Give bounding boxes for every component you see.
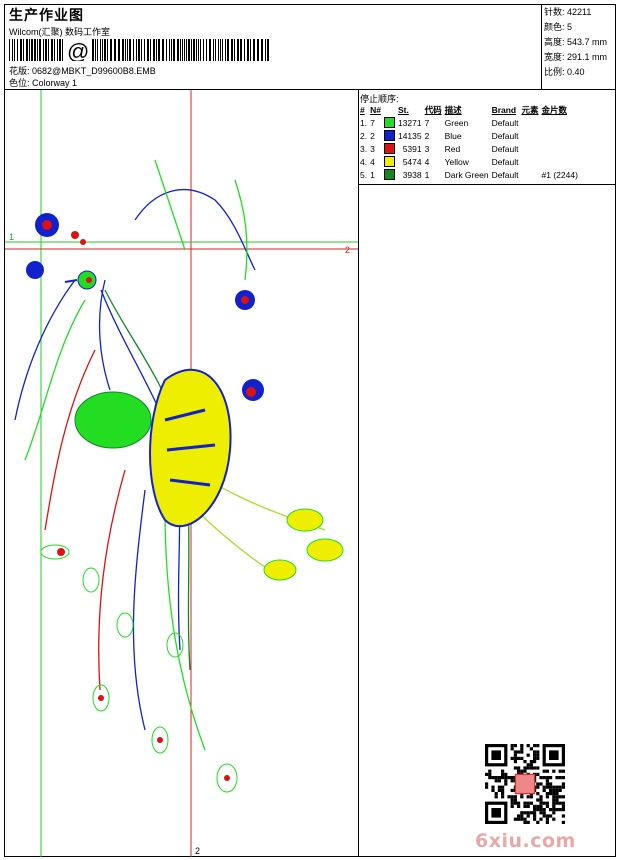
page-title: 生产作业图	[9, 7, 84, 23]
row-stitches: 5391	[402, 143, 422, 154]
spec-scale: 比例: 0.40	[544, 67, 585, 77]
spec-stitches: 针数: 42211	[544, 7, 592, 17]
spec-panel: 针数: 42211 颜色: 5 高度: 543.7 mm 宽度: 291.1 m…	[541, 5, 616, 89]
row-code: 3	[424, 143, 430, 154]
row-needle: 4	[370, 156, 375, 167]
row-code: 7	[424, 117, 430, 128]
colorway-info: 色位: Colorway 1	[9, 76, 77, 89]
table-row: 5. 1 3938 1 Dark Green Default #1 (2244)	[360, 168, 581, 181]
design-label: 花版:	[9, 66, 30, 76]
row-brand: Default	[491, 143, 519, 154]
guide-marker-right: 2	[345, 245, 350, 255]
row-swatch	[383, 168, 398, 181]
table-row: 2. 2 14135 2 Blue Default	[360, 129, 581, 142]
row-needle: 7	[370, 117, 375, 128]
row-element	[522, 129, 542, 142]
row-swatch	[383, 116, 398, 129]
stop-sequence-table: # N# St. 代码 描述 Brand 元素 金片数 1. 7 13271 7 Gre…	[360, 104, 581, 181]
col-swatch	[384, 104, 398, 116]
col-num: #	[360, 105, 365, 115]
col-element: 元素	[521, 105, 539, 115]
row-brand: Default	[491, 117, 519, 128]
flowers	[26, 213, 264, 401]
row-brand: Default	[491, 130, 519, 141]
row-swatch	[383, 129, 398, 142]
color-swatch	[383, 143, 395, 155]
row-desc: Yellow	[444, 156, 469, 167]
row-code: 1	[424, 169, 430, 180]
row-needle: 2	[370, 130, 375, 141]
row-num: 3.	[360, 143, 368, 154]
guide-marker-bottom: 2	[195, 846, 200, 856]
embroidery-artwork: 1 2 2	[5, 90, 358, 857]
barcode: @	[9, 39, 269, 61]
row-brand: Default	[491, 169, 519, 180]
colorway-value: Colorway 1	[32, 78, 78, 88]
color-swatch	[383, 169, 395, 181]
row-needle: 1	[370, 169, 375, 180]
table-row: 3. 3 5391 3 Red Default	[360, 142, 581, 155]
row-swatch	[383, 142, 398, 155]
row-extra	[542, 116, 581, 129]
col-sequin: 金片数	[541, 105, 568, 115]
col-needle: N#	[370, 105, 381, 115]
row-element	[522, 142, 542, 155]
header: 生产作业图 Wilcom(汇聚) 数码工作室 @ 花版: 0682@MBKT_D…	[5, 5, 615, 89]
table-header-row: # N# St. 代码 描述 Brand 元素 金片数	[360, 104, 581, 116]
color-swatch	[383, 117, 395, 129]
row-num: 2.	[360, 130, 368, 141]
company-name: Wilcom(汇聚) 数码工作室	[9, 27, 110, 37]
spec-height: 高度: 543.7 mm	[544, 37, 608, 47]
row-stitches: 3938	[402, 169, 422, 180]
row-brand: Default	[491, 156, 519, 167]
col-code: 代码	[424, 105, 442, 115]
row-extra	[542, 142, 581, 155]
row-needle: 3	[370, 143, 375, 154]
row-desc: Red	[444, 143, 461, 154]
row-code: 4	[424, 156, 430, 167]
row-desc: Blue	[444, 130, 462, 141]
col-brand: Brand	[491, 105, 517, 115]
row-stitches: 5474	[402, 156, 422, 167]
spec-width: 宽度: 291.1 mm	[544, 52, 608, 62]
row-extra: #1 (2244)	[541, 169, 578, 180]
col-desc: 描述	[444, 105, 462, 115]
row-extra	[542, 129, 581, 142]
table-bottom-rule	[359, 184, 615, 185]
row-code: 2	[424, 130, 430, 141]
table-row: 1. 7 13271 7 Green Default	[360, 116, 581, 129]
row-desc: Dark Green	[444, 169, 489, 180]
row-element	[522, 155, 542, 168]
row-swatch	[383, 155, 398, 168]
watermark: 6xiu.com	[475, 830, 576, 852]
colorway-label: 色位:	[9, 78, 30, 88]
row-element	[522, 168, 542, 181]
col-stitches: St.	[397, 105, 409, 115]
row-num: 1.	[360, 117, 368, 128]
row-stitches: 14135	[397, 130, 422, 141]
design-value: 0682@MBKT_D99600B8.EMB	[32, 66, 156, 76]
row-num: 4.	[360, 156, 368, 167]
row-element	[522, 116, 542, 129]
spec-colors: 颜色: 5	[544, 22, 573, 32]
peacock-body	[74, 368, 232, 527]
qr-code	[485, 744, 565, 824]
row-desc: Green	[444, 117, 469, 128]
guide-marker-left: 1	[9, 232, 14, 242]
row-extra	[542, 155, 581, 168]
stop-sequence-panel: 停止顺序: # N# St. 代码 描述 Brand 元素 金片数 1. 7 132…	[359, 90, 615, 857]
table-row: 4. 4 5474 4 Yellow Default	[360, 155, 581, 168]
color-swatch	[383, 156, 395, 168]
row-stitches: 13271	[397, 117, 422, 128]
production-sheet: 生产作业图 Wilcom(汇聚) 数码工作室 @ 花版: 0682@MBKT_D…	[4, 4, 616, 857]
row-num: 5.	[360, 169, 368, 180]
tail-eyes	[40, 508, 344, 793]
svg-text:@: @	[67, 39, 89, 61]
color-swatch	[383, 130, 395, 142]
